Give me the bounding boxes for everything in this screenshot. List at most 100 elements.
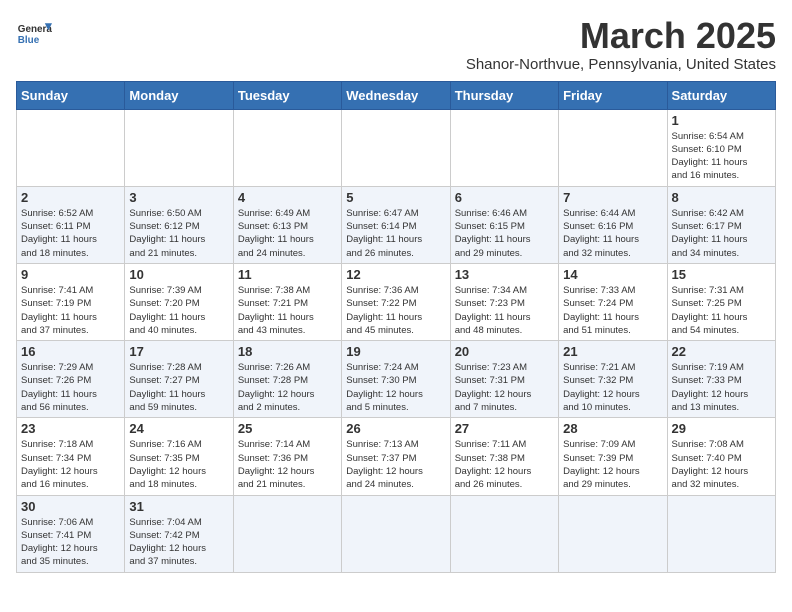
day-info: Sunrise: 7:08 AM Sunset: 7:40 PM Dayligh… <box>672 438 771 491</box>
calendar-cell <box>17 109 125 186</box>
day-info: Sunrise: 6:52 AM Sunset: 6:11 PM Dayligh… <box>21 207 120 260</box>
day-number: 28 <box>563 421 662 436</box>
day-info: Sunrise: 6:46 AM Sunset: 6:15 PM Dayligh… <box>455 207 554 260</box>
calendar-cell: 26 Sunrise: 7:13 AM Sunset: 7:37 PM Dayli… <box>342 418 450 495</box>
day-number: 2 <box>21 190 120 205</box>
calendar-cell: 3 Sunrise: 6:50 AM Sunset: 6:12 PM Daylig… <box>125 186 233 263</box>
weekday-header-tuesday: Tuesday <box>233 81 341 109</box>
calendar-cell <box>559 495 667 572</box>
day-info: Sunrise: 7:23 AM Sunset: 7:31 PM Dayligh… <box>455 361 554 414</box>
day-number: 13 <box>455 267 554 282</box>
calendar-cell <box>450 109 558 186</box>
month-title: March 2025 <box>466 16 776 56</box>
day-number: 16 <box>21 344 120 359</box>
day-number: 26 <box>346 421 445 436</box>
day-number: 31 <box>129 499 228 514</box>
calendar-cell: 12 Sunrise: 7:36 AM Sunset: 7:22 PM Dayli… <box>342 263 450 340</box>
calendar-cell: 22Sunrise: 7:19 AM Sunset: 7:33 PM Dayli… <box>667 341 775 418</box>
day-info: Sunrise: 7:11 AM Sunset: 7:38 PM Dayligh… <box>455 438 554 491</box>
logo: General Blue <box>16 16 52 52</box>
day-info: Sunrise: 6:42 AM Sunset: 6:17 PM Dayligh… <box>672 207 771 260</box>
day-info: Sunrise: 7:21 AM Sunset: 7:32 PM Dayligh… <box>563 361 662 414</box>
day-number: 25 <box>238 421 337 436</box>
calendar-cell: 14 Sunrise: 7:33 AM Sunset: 7:24 PM Dayli… <box>559 263 667 340</box>
day-number: 18 <box>238 344 337 359</box>
day-info: Sunrise: 6:49 AM Sunset: 6:13 PM Dayligh… <box>238 207 337 260</box>
day-number: 7 <box>563 190 662 205</box>
calendar-cell: 6 Sunrise: 6:46 AM Sunset: 6:15 PM Daylig… <box>450 186 558 263</box>
day-info: Sunrise: 7:34 AM Sunset: 7:23 PM Dayligh… <box>455 284 554 337</box>
day-info: Sunrise: 7:36 AM Sunset: 7:22 PM Dayligh… <box>346 284 445 337</box>
day-number: 29 <box>672 421 771 436</box>
day-number: 3 <box>129 190 228 205</box>
day-number: 9 <box>21 267 120 282</box>
calendar-cell <box>450 495 558 572</box>
calendar-cell: 18Sunrise: 7:26 AM Sunset: 7:28 PM Dayli… <box>233 341 341 418</box>
day-info: Sunrise: 7:33 AM Sunset: 7:24 PM Dayligh… <box>563 284 662 337</box>
calendar-cell <box>233 109 341 186</box>
calendar-cell: 29 Sunrise: 7:08 AM Sunset: 7:40 PM Dayli… <box>667 418 775 495</box>
calendar-cell: 30Sunrise: 7:06 AM Sunset: 7:41 PM Dayli… <box>17 495 125 572</box>
calendar-cell <box>667 495 775 572</box>
calendar-cell: 4 Sunrise: 6:49 AM Sunset: 6:13 PM Daylig… <box>233 186 341 263</box>
calendar-cell: 17 Sunrise: 7:28 AM Sunset: 7:27 PM Dayli… <box>125 341 233 418</box>
calendar-table: SundayMondayTuesdayWednesdayThursdayFrid… <box>16 81 776 573</box>
day-number: 20 <box>455 344 554 359</box>
day-number: 30 <box>21 499 120 514</box>
day-number: 14 <box>563 267 662 282</box>
weekday-header-saturday: Saturday <box>667 81 775 109</box>
calendar-cell: 25Sunrise: 7:14 AM Sunset: 7:36 PM Dayli… <box>233 418 341 495</box>
calendar-cell: 2 Sunrise: 6:52 AM Sunset: 6:11 PM Daylig… <box>17 186 125 263</box>
day-number: 12 <box>346 267 445 282</box>
day-info: Sunrise: 7:28 AM Sunset: 7:27 PM Dayligh… <box>129 361 228 414</box>
day-number: 23 <box>21 421 120 436</box>
calendar-cell <box>342 495 450 572</box>
calendar-cell: 27 Sunrise: 7:11 AM Sunset: 7:38 PM Dayli… <box>450 418 558 495</box>
day-info: Sunrise: 7:18 AM Sunset: 7:34 PM Dayligh… <box>21 438 120 491</box>
day-info: Sunrise: 7:29 AM Sunset: 7:26 PM Dayligh… <box>21 361 120 414</box>
calendar-cell: 20 Sunrise: 7:23 AM Sunset: 7:31 PM Dayli… <box>450 341 558 418</box>
weekday-header-friday: Friday <box>559 81 667 109</box>
day-info: Sunrise: 7:31 AM Sunset: 7:25 PM Dayligh… <box>672 284 771 337</box>
day-info: Sunrise: 7:04 AM Sunset: 7:42 PM Dayligh… <box>129 516 228 569</box>
calendar-cell: 5Sunrise: 6:47 AM Sunset: 6:14 PM Daylig… <box>342 186 450 263</box>
day-number: 19 <box>346 344 445 359</box>
day-info: Sunrise: 7:24 AM Sunset: 7:30 PM Dayligh… <box>346 361 445 414</box>
day-info: Sunrise: 6:47 AM Sunset: 6:14 PM Dayligh… <box>346 207 445 260</box>
calendar-cell: 21 Sunrise: 7:21 AM Sunset: 7:32 PM Dayli… <box>559 341 667 418</box>
day-info: Sunrise: 7:16 AM Sunset: 7:35 PM Dayligh… <box>129 438 228 491</box>
calendar-cell: 28 Sunrise: 7:09 AM Sunset: 7:39 PM Dayli… <box>559 418 667 495</box>
calendar-cell <box>342 109 450 186</box>
calendar-cell: 9Sunrise: 7:41 AM Sunset: 7:19 PM Daylig… <box>17 263 125 340</box>
day-number: 6 <box>455 190 554 205</box>
calendar-cell <box>233 495 341 572</box>
day-number: 22 <box>672 344 771 359</box>
calendar-cell: 8Sunrise: 6:42 AM Sunset: 6:17 PM Daylig… <box>667 186 775 263</box>
page-header: General Blue March 2025 Shanor-Northvue,… <box>16 16 776 73</box>
day-info: Sunrise: 6:50 AM Sunset: 6:12 PM Dayligh… <box>129 207 228 260</box>
day-info: Sunrise: 7:39 AM Sunset: 7:20 PM Dayligh… <box>129 284 228 337</box>
generalblue-logo-icon: General Blue <box>16 16 52 52</box>
calendar-cell <box>559 109 667 186</box>
title-area: March 2025 Shanor-Northvue, Pennsylvania… <box>466 16 776 73</box>
calendar-cell <box>125 109 233 186</box>
day-number: 17 <box>129 344 228 359</box>
day-number: 4 <box>238 190 337 205</box>
day-number: 27 <box>455 421 554 436</box>
calendar-cell: 19 Sunrise: 7:24 AM Sunset: 7:30 PM Dayli… <box>342 341 450 418</box>
calendar-cell: 31 Sunrise: 7:04 AM Sunset: 7:42 PM Dayli… <box>125 495 233 572</box>
calendar-cell: 23 Sunrise: 7:18 AM Sunset: 7:34 PM Dayli… <box>17 418 125 495</box>
weekday-header-thursday: Thursday <box>450 81 558 109</box>
day-info: Sunrise: 7:09 AM Sunset: 7:39 PM Dayligh… <box>563 438 662 491</box>
calendar-cell: 10Sunrise: 7:39 AM Sunset: 7:20 PM Dayli… <box>125 263 233 340</box>
day-info: Sunrise: 6:44 AM Sunset: 6:16 PM Dayligh… <box>563 207 662 260</box>
day-info: Sunrise: 7:38 AM Sunset: 7:21 PM Dayligh… <box>238 284 337 337</box>
day-info: Sunrise: 7:13 AM Sunset: 7:37 PM Dayligh… <box>346 438 445 491</box>
calendar-cell: 24 Sunrise: 7:16 AM Sunset: 7:35 PM Dayli… <box>125 418 233 495</box>
calendar-cell: 11 Sunrise: 7:38 AM Sunset: 7:21 PM Dayli… <box>233 263 341 340</box>
day-number: 21 <box>563 344 662 359</box>
day-number: 24 <box>129 421 228 436</box>
weekday-header-sunday: Sunday <box>17 81 125 109</box>
day-number: 1 <box>672 113 771 128</box>
day-number: 11 <box>238 267 337 282</box>
